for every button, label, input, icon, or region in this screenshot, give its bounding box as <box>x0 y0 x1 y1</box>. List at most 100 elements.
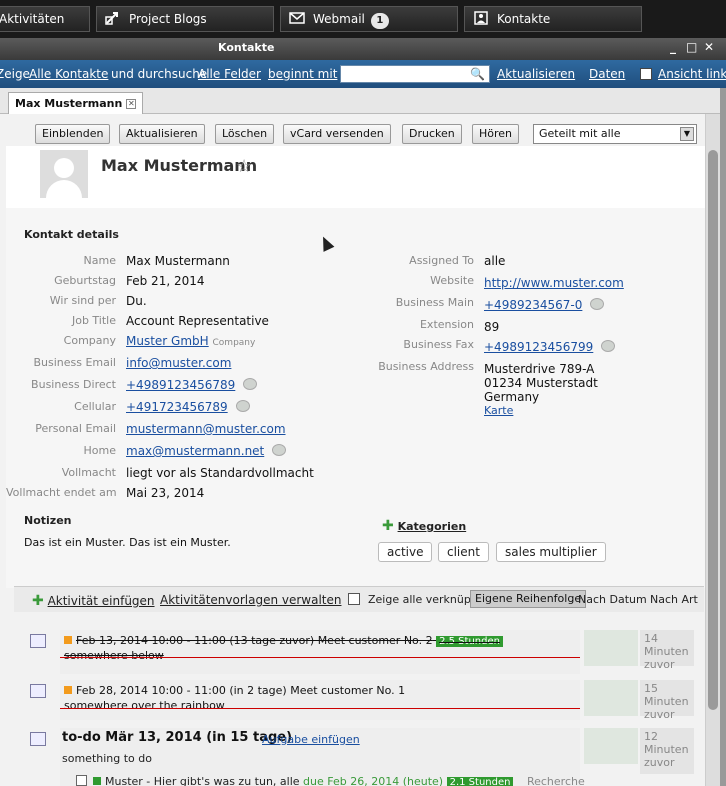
task-contacts[interactable]: Kontakte <box>464 6 642 32</box>
task-row[interactable]: Muster - Hier gibt's was zu tun, alle du… <box>76 775 585 786</box>
value-personal-email: mustermann@muster.com <box>126 422 286 436</box>
listen-button[interactable]: Hören <box>472 124 520 144</box>
website-link[interactable]: http://www.muster.com <box>484 276 624 290</box>
value-business-email: info@muster.com <box>126 356 231 370</box>
categories-title: Kategorien <box>397 520 467 533</box>
calendar-icon <box>30 684 46 698</box>
print-button[interactable]: Drucken <box>402 124 462 144</box>
share-select[interactable]: Geteilt mit alle ▼ <box>533 124 697 144</box>
label-personal-email: Personal Email <box>35 422 116 435</box>
view-checkbox[interactable] <box>640 68 652 80</box>
address-line3: Germany <box>484 390 540 404</box>
value-company: Muster GmbH Company <box>126 334 255 348</box>
tab-contact[interactable]: Max Mustermann ✕ <box>8 92 144 114</box>
cellular-link[interactable]: +491723456789 <box>126 400 228 414</box>
activity-ago: 15 Minuten zuvor <box>640 680 694 721</box>
label-assigned: Assigned To <box>409 254 474 267</box>
maximize-icon[interactable]: □ <box>686 40 697 54</box>
activity-toolbar: ✚ Aktivität einfügen Aktivitätenvorlagen… <box>14 586 704 612</box>
todo-item[interactable]: to-do Mär 13, 2014 (in 15 tage) Aufgabe … <box>14 728 704 786</box>
task-due: due Feb 26, 2014 (heute) <box>303 775 444 786</box>
value-birthday: Feb 21, 2014 <box>126 274 205 288</box>
personal-email-link[interactable]: mustermann@muster.com <box>126 422 286 436</box>
task-duration: 2.1 Stunden <box>446 777 514 786</box>
todo-desc: something to do <box>62 752 152 765</box>
manage-templates-link[interactable]: Aktivitätenvorlagen verwalten <box>160 593 341 607</box>
data-link[interactable]: Daten <box>589 67 625 81</box>
view-link[interactable]: Ansicht links <box>658 67 726 81</box>
tag-client[interactable]: client <box>438 542 489 562</box>
sort-type-button[interactable]: Nach Art <box>650 593 698 606</box>
label-power-end: Vollmacht endet am <box>6 486 117 499</box>
value-name: Max Mustermann <box>126 254 230 268</box>
delete-button[interactable]: Löschen <box>215 124 275 144</box>
home-link[interactable]: max@mustermann.net <box>126 444 264 458</box>
company-link[interactable]: Muster GmbH <box>126 334 209 348</box>
company-note: Company <box>212 338 256 348</box>
categories-header[interactable]: ✚ Kategorien <box>382 518 466 534</box>
task-project-blogs[interactable]: Project Blogs <box>96 6 274 32</box>
scrollbar-thumb[interactable] <box>708 150 718 710</box>
duration-badge: 2.5 Stunden <box>436 636 503 647</box>
todo-title: to-do Mär 13, 2014 (in 15 tage) <box>62 730 293 745</box>
phone-icon[interactable] <box>243 378 258 390</box>
search-prefix: Zeige <box>0 67 30 81</box>
map-link[interactable]: Karte <box>484 404 513 417</box>
star-icon[interactable]: ☆ <box>236 156 252 177</box>
label-business-main: Business Main <box>395 296 474 309</box>
field-link[interactable]: Alle Felder <box>198 67 261 81</box>
tab-close-icon[interactable]: ✕ <box>126 99 137 109</box>
send-vcard-button[interactable]: vCard versenden <box>283 124 391 144</box>
show-linked-checkbox[interactable] <box>348 593 360 605</box>
refresh-button[interactable]: Aktualisieren <box>119 124 205 144</box>
add-icon[interactable]: ✚ <box>382 518 394 534</box>
owner-avatar <box>584 630 638 666</box>
value-power-end: Mai 23, 2014 <box>126 486 205 500</box>
sort-own-button[interactable]: Eigene Reihenfolge <box>470 590 587 608</box>
task-project-blogs-label: Project Blogs <box>129 12 207 26</box>
contact-name: Max Mustermann <box>101 156 258 175</box>
sort-date-button[interactable]: Nach Datum <box>578 593 647 606</box>
label-salutation: Wir sind per <box>49 294 116 307</box>
activity-title: Feb 28, 2014 10:00 - 11:00 (in 2 tage) M… <box>64 684 576 697</box>
vertical-scrollbar[interactable] <box>706 114 720 786</box>
phone-icon[interactable] <box>272 444 287 456</box>
search-icon[interactable]: 🔍 <box>470 67 485 81</box>
search-mid-text: und durchsuche <box>111 67 208 81</box>
add-task-link[interactable]: Aufgabe einfügen <box>262 733 360 746</box>
tag-sales-multiplier[interactable]: sales multiplier <box>496 542 606 562</box>
minimize-icon[interactable]: _ <box>670 40 676 54</box>
phone-icon[interactable] <box>590 298 605 310</box>
value-power: liegt vor als Standardvollmacht <box>126 466 314 480</box>
window-title: Kontakte <box>218 41 275 54</box>
business-direct-link[interactable]: +4989123456789 <box>126 378 235 392</box>
label-business-fax: Business Fax <box>403 338 474 351</box>
mode-link[interactable]: beginnt mit <box>268 67 337 81</box>
add-activity[interactable]: ✚ Aktivität einfügen <box>32 593 155 609</box>
tag-active[interactable]: active <box>378 542 433 562</box>
close-icon[interactable]: ✕ <box>704 40 714 54</box>
business-main-link[interactable]: +4989234567-0 <box>484 298 582 312</box>
show-button[interactable]: Einblenden <box>35 124 111 144</box>
right-edge <box>720 88 726 786</box>
search-input[interactable]: 🔍 <box>340 65 490 83</box>
task-webmail[interactable]: Webmail 1 <box>280 6 458 32</box>
notes-title: Notizen <box>24 514 72 527</box>
activity-item[interactable]: Feb 28, 2014 10:00 - 11:00 (in 2 tage) M… <box>14 680 704 726</box>
tab-contact-label: Max Mustermann <box>15 97 123 110</box>
task-checkbox[interactable] <box>76 775 87 786</box>
priority-icon <box>93 777 101 785</box>
business-email-link[interactable]: info@muster.com <box>126 356 231 370</box>
scope-link[interactable]: Alle Kontakte <box>29 67 108 81</box>
task-contacts-label: Kontakte <box>497 12 551 26</box>
phone-icon[interactable] <box>601 340 616 352</box>
refresh-link[interactable]: Aktualisieren <box>497 67 575 81</box>
task-extra: Recherche <box>526 775 585 786</box>
label-company: Company <box>63 334 116 347</box>
address-line2: 01234 Musterstadt <box>484 376 598 390</box>
task-activities[interactable]: Aktivitäten <box>0 6 90 32</box>
address-line1: Musterdrive 789-A <box>484 362 595 376</box>
business-fax-link[interactable]: +4989123456799 <box>484 340 593 354</box>
activity-item[interactable]: Feb 13, 2014 10:00 - 11:00 (13 tage zuvo… <box>14 630 704 676</box>
phone-icon[interactable] <box>235 400 250 412</box>
